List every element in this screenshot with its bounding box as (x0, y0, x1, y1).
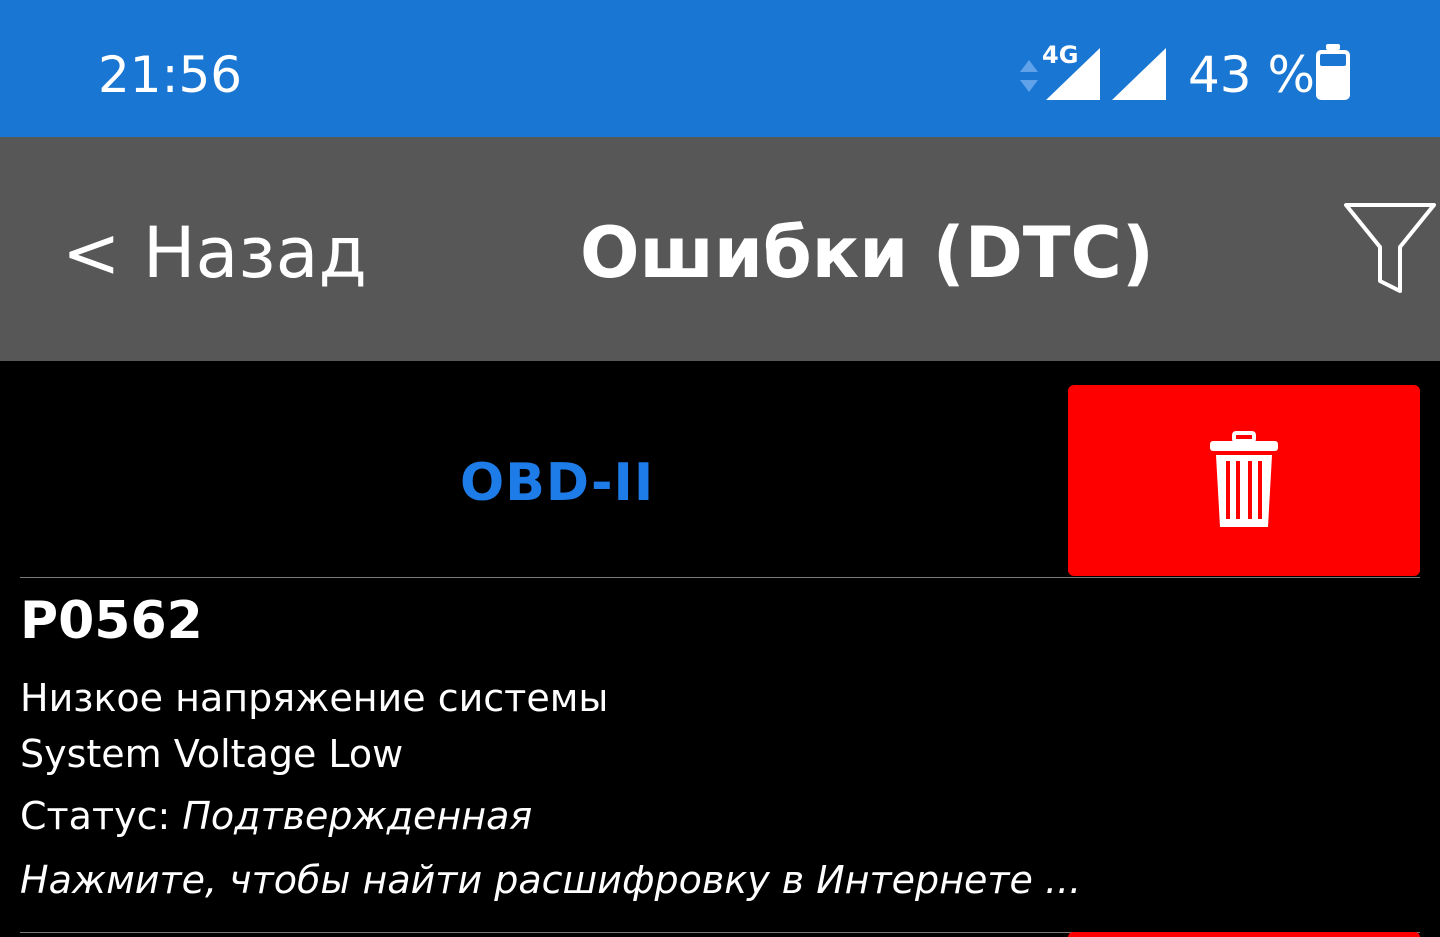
status-bar: 21:56 4G 43 % (0, 0, 1440, 137)
trash-icon (1210, 431, 1278, 527)
next-delete-button-peek[interactable] (1068, 932, 1420, 937)
filter-icon (1344, 203, 1436, 293)
dtc-description-en: System Voltage Low (20, 732, 404, 776)
battery-percent: 43 % (1188, 46, 1316, 104)
back-button[interactable]: < Назад (62, 213, 367, 293)
dtc-code: P0562 (20, 591, 203, 651)
page-title: Ошибки (DTC) (580, 212, 1154, 294)
status-icons: 4G 43 % (1018, 40, 1418, 104)
dtc-description-ru: Низкое напряжение системы (20, 676, 609, 720)
dtc-search-hint[interactable]: Нажмите, чтобы найти расшифровку в Интер… (20, 855, 1081, 905)
clock: 21:56 (98, 46, 243, 104)
network-type-label: 4G (1042, 41, 1079, 69)
dtc-status: Статус: Подтвержденная (20, 791, 532, 841)
data-arrows-icon (1020, 60, 1038, 92)
dtc-list-screen: OBD-II P0562 Низкое напряжение системы S… (0, 361, 1440, 937)
signal-icon (1112, 48, 1166, 100)
filter-button[interactable] (1342, 201, 1438, 295)
battery-icon (1316, 44, 1350, 100)
dtc-list-item[interactable]: P0562 Низкое напряжение системы System V… (0, 577, 1440, 933)
dtc-status-label: Статус: (20, 794, 183, 838)
delete-button[interactable] (1068, 385, 1420, 576)
dtc-status-value: Подтвержденная (182, 794, 533, 838)
section-label: OBD-II (460, 453, 655, 513)
nav-bar: < Назад Ошибки (DTC) (0, 137, 1440, 361)
